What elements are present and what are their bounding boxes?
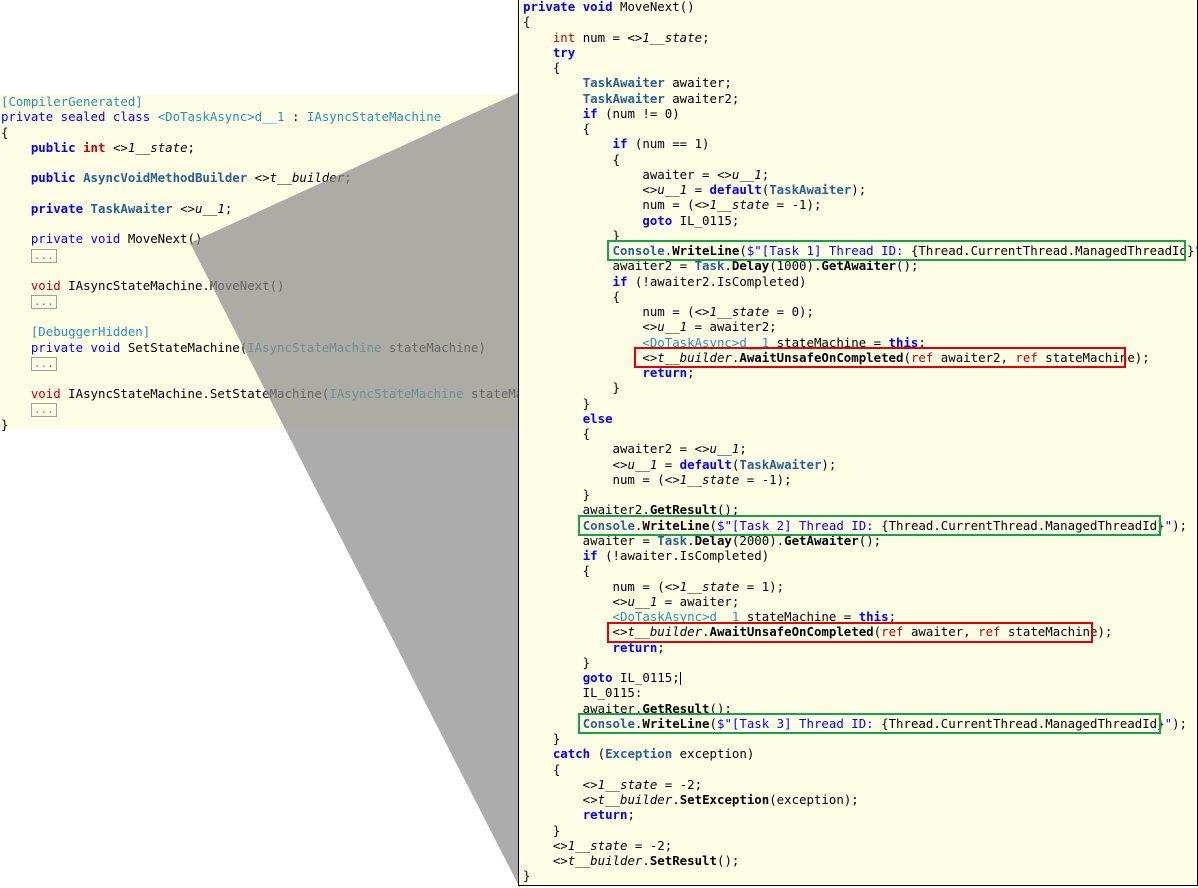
movenext-expanded-panel: private void MoveNext(){ int num = <>1__… bbox=[518, 0, 1198, 886]
code-line: { bbox=[523, 288, 620, 304]
debugger-hidden-attribute: [DebuggerHidden] bbox=[30, 324, 151, 340]
field-type[interactable]: AsyncVoidMethodBuilder bbox=[83, 170, 247, 185]
code-line: <>t__builder.SetException(exception); bbox=[523, 792, 859, 807]
class-code: [CompilerGenerated] private sealed class… bbox=[1, 94, 553, 433]
method-interface-movenext[interactable]: IAsyncStateMachine.MoveNext() bbox=[68, 278, 284, 293]
await-awaiter-highlight bbox=[607, 622, 1093, 643]
code-line: } bbox=[523, 822, 561, 838]
code-line: TaskAwaiter awaiter; bbox=[582, 75, 732, 91]
code-line: catch (Exception exception) bbox=[552, 746, 755, 762]
field-modifier: public bbox=[30, 170, 76, 186]
field-end: ; bbox=[224, 200, 233, 216]
task3-console-highlight bbox=[578, 713, 1161, 734]
code-line: return; bbox=[582, 807, 635, 823]
method-interface-setstatemachine[interactable]: IAsyncStateMachine.SetStateMachine( bbox=[68, 386, 329, 401]
code-line: if (!awaiter.IsCompleted) bbox=[582, 548, 770, 563]
collapsed-body-button[interactable]: ... bbox=[30, 248, 57, 263]
method-setstatemachine[interactable]: SetStateMachine( bbox=[128, 340, 247, 355]
class-name[interactable]: <DoTaskAsync>d__1 bbox=[158, 109, 285, 124]
field-type: int bbox=[83, 139, 106, 155]
field-end: ; bbox=[187, 139, 196, 155]
code-line: <>1__state = -2; bbox=[523, 776, 703, 792]
code-line: awaiter = <>u__1; bbox=[523, 166, 770, 182]
field-builder[interactable]: <>t__builder bbox=[255, 170, 345, 185]
task2-console-highlight bbox=[578, 515, 1161, 536]
code-line: awaiter2 = <>u__1; bbox=[523, 441, 747, 457]
field-end: ; bbox=[344, 170, 352, 186]
class-overview-panel: [CompilerGenerated] private sealed class… bbox=[0, 94, 553, 432]
method-modifier: void bbox=[30, 277, 61, 293]
param-type[interactable]: IAsyncStateMachine bbox=[329, 386, 463, 401]
param-name: stateMachine) bbox=[388, 339, 486, 355]
code-line: private void MoveNext() bbox=[523, 0, 695, 14]
code-line: <>u__1 = default(TaskAwaiter); bbox=[523, 182, 867, 197]
class-close-brace: } bbox=[1, 417, 9, 433]
param-type[interactable]: IAsyncStateMachine bbox=[247, 340, 381, 355]
code-line: <>u__1 = default(TaskAwaiter); bbox=[523, 456, 837, 472]
text-caret bbox=[679, 672, 681, 685]
field-modifier: private bbox=[30, 200, 84, 216]
method-modifier: private void bbox=[30, 339, 121, 355]
code-line: { bbox=[523, 121, 591, 136]
method-modifier: private void bbox=[30, 231, 121, 247]
field-type[interactable]: TaskAwaiter bbox=[91, 201, 173, 216]
method-movenext[interactable]: MoveNext() bbox=[128, 231, 203, 246]
code-line: if (num != 0) bbox=[582, 105, 680, 121]
code-line: goto IL_0115; bbox=[642, 212, 740, 228]
code-line: { bbox=[523, 151, 620, 167]
code-line: { bbox=[523, 563, 591, 579]
class-open-brace: { bbox=[1, 124, 9, 140]
code-line: } bbox=[523, 487, 591, 502]
code-line: } bbox=[523, 380, 620, 396]
code-line: } bbox=[523, 654, 591, 670]
code-line: <>t__builder.SetResult(); bbox=[523, 853, 740, 868]
await-awaiter2-highlight bbox=[634, 347, 1126, 368]
task1-console-highlight bbox=[607, 240, 1186, 261]
code-line: <>u__1 = awaiter2; bbox=[523, 319, 777, 335]
code-line: <>u__1 = awaiter; bbox=[523, 593, 740, 609]
compiler-generated-attribute: [CompilerGenerated] bbox=[1, 94, 143, 109]
code-line: IL_0115: bbox=[523, 685, 643, 701]
class-modifiers: private sealed class bbox=[1, 109, 151, 125]
code-line: else bbox=[582, 410, 613, 426]
code-line: try bbox=[552, 44, 576, 60]
code-line: num = (<>1__state = 0); bbox=[523, 304, 814, 319]
method-modifier: void bbox=[30, 386, 61, 401]
field-state[interactable]: <>1__state bbox=[113, 140, 188, 155]
field-awaiter[interactable]: <>u__1 bbox=[180, 201, 225, 216]
code-line: { bbox=[523, 426, 591, 441]
code-line: { bbox=[523, 14, 531, 30]
code-line: { bbox=[523, 761, 561, 777]
code-line: num = (<>1__state = -1); bbox=[523, 197, 822, 213]
code-line: } bbox=[523, 395, 591, 411]
code-line: if (num == 1) bbox=[612, 136, 710, 152]
field-modifier: public bbox=[30, 139, 76, 155]
code-line: <>1__state = -2; bbox=[523, 837, 673, 853]
code-line: num = (<>1__state = -1); bbox=[523, 471, 792, 487]
collapsed-body-button[interactable]: ... bbox=[30, 295, 57, 309]
code-line: goto IL_0115; bbox=[582, 670, 681, 685]
code-line: { bbox=[523, 60, 561, 75]
collapsed-body-button[interactable]: ... bbox=[30, 356, 57, 371]
code-line: if (!awaiter2.IsCompleted) bbox=[612, 273, 807, 289]
code-line: int num = <>1__state; bbox=[552, 29, 710, 45]
code-line: } bbox=[523, 868, 531, 884]
interface-link[interactable]: IAsyncStateMachine bbox=[307, 109, 441, 124]
code-line: num = (<>1__state = 1); bbox=[523, 578, 785, 594]
class-colon: : bbox=[291, 109, 300, 125]
collapsed-body-button[interactable]: ... bbox=[30, 403, 57, 418]
movenext-code: private void MoveNext(){ int num = <>1__… bbox=[523, 0, 1198, 884]
code-line: TaskAwaiter awaiter2; bbox=[582, 90, 740, 106]
